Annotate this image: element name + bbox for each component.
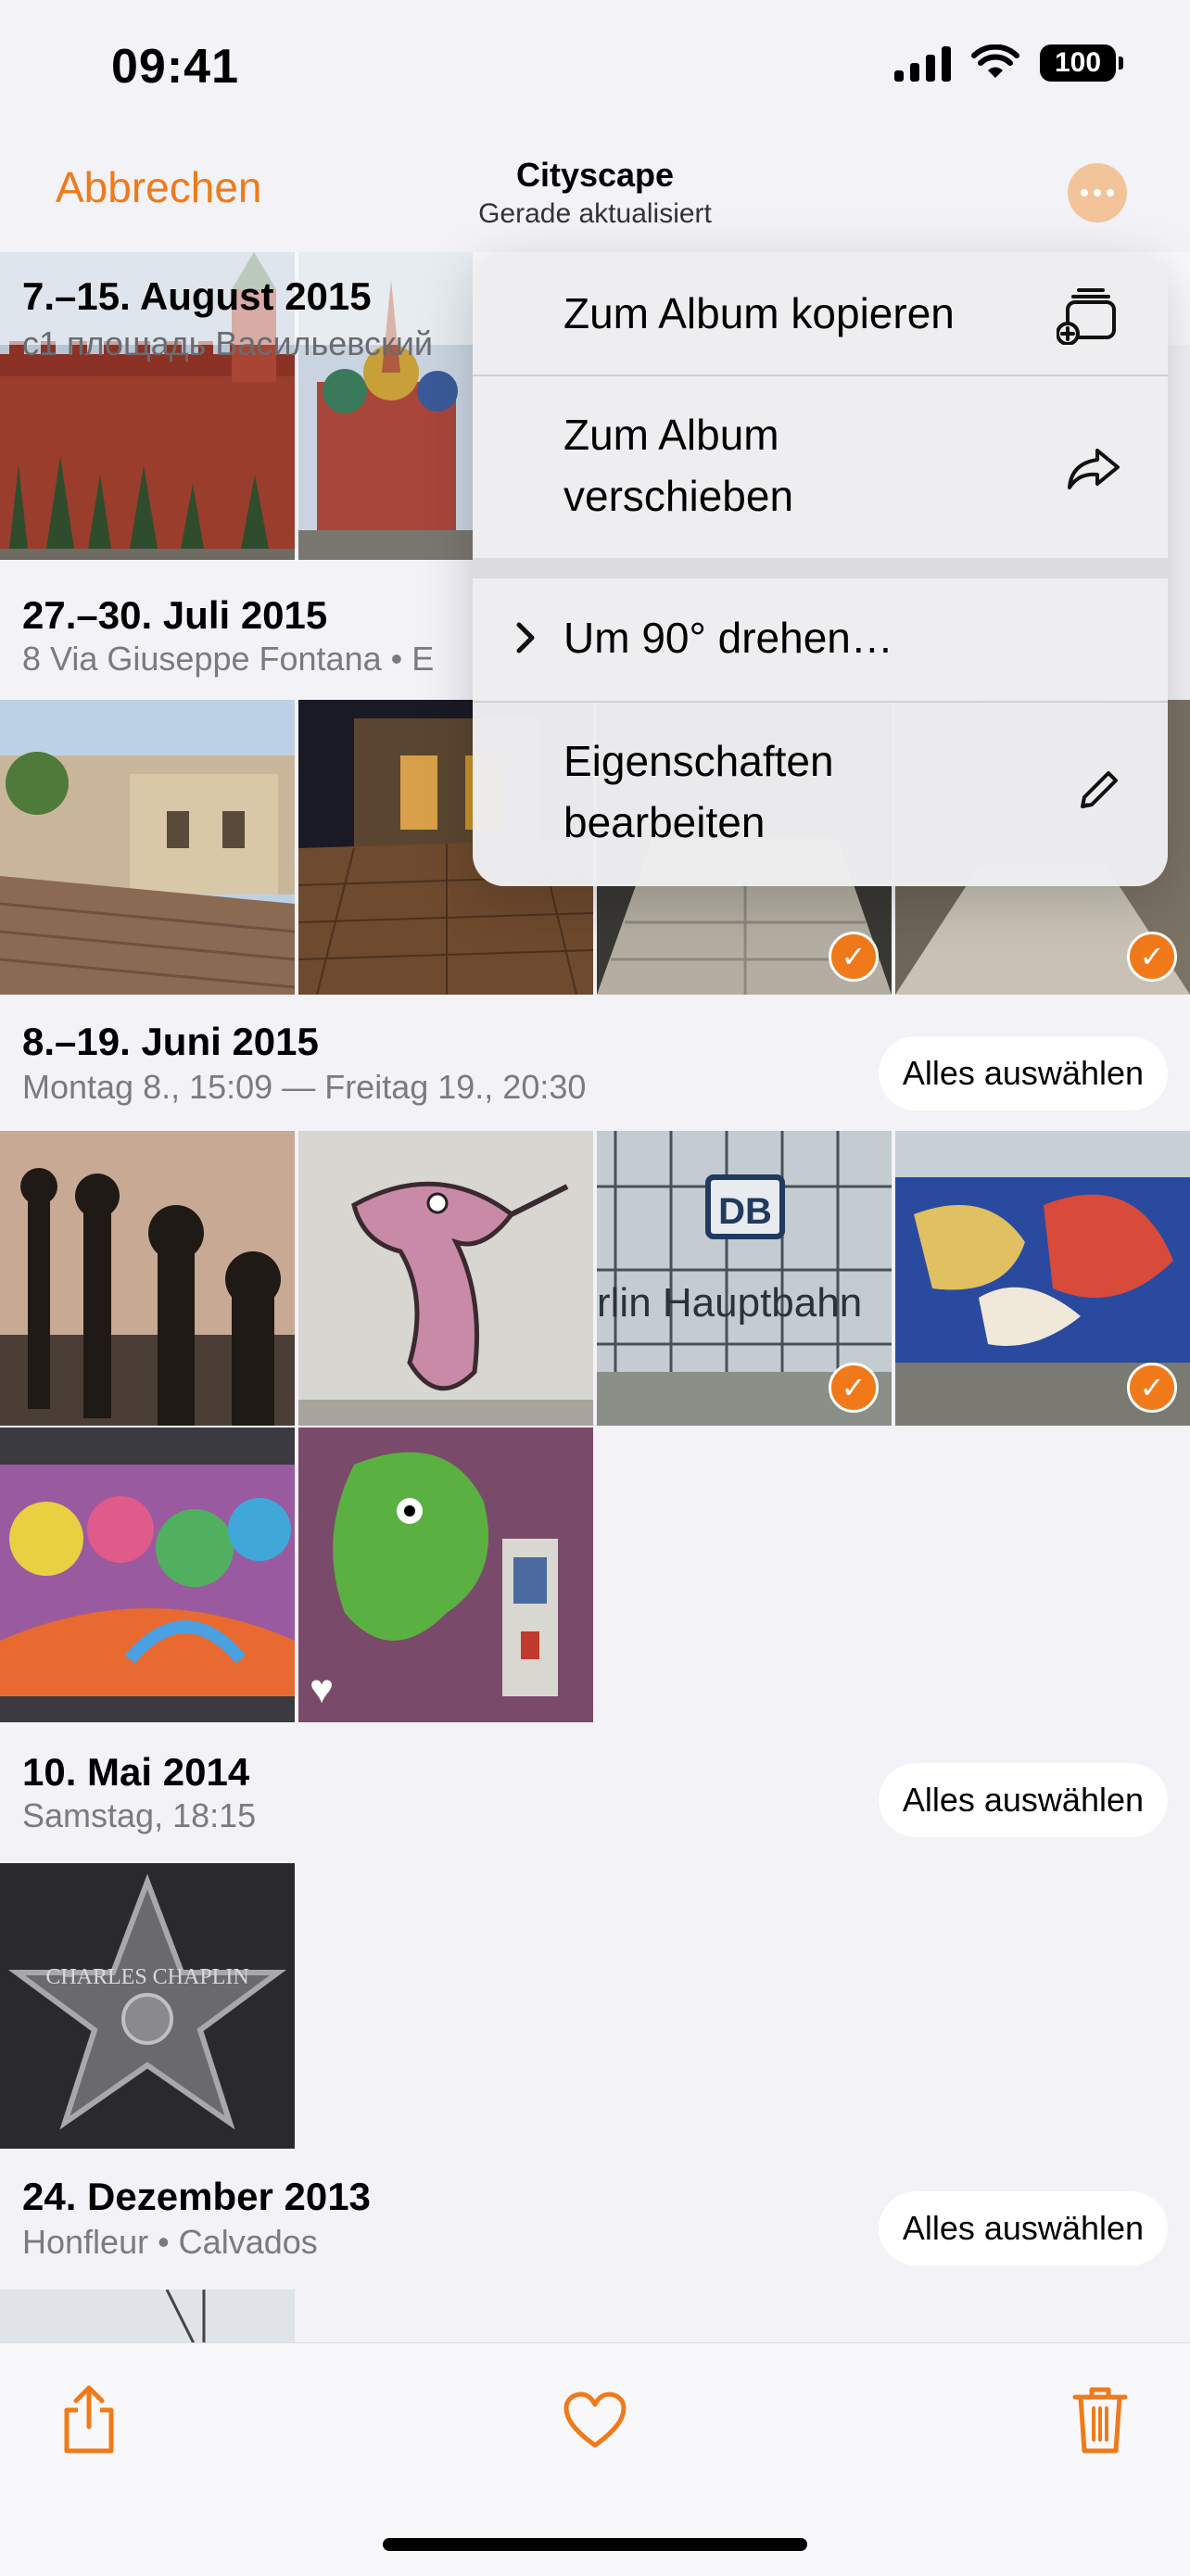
select-all-button[interactable]: Alles auswählen: [878, 1763, 1168, 1837]
star-name-text: CHARLES CHAPLIN: [45, 1965, 248, 1989]
context-menu: Zum Album kopieren Zum Album verschieben…: [473, 252, 1168, 886]
share-icon[interactable]: [59, 2384, 119, 2455]
photo-railing: [0, 1131, 295, 1426]
db-logo-text: DB: [718, 1191, 772, 1232]
menu-item-label: Um 90° drehen…: [563, 614, 893, 662]
album-title: Cityscape: [515, 156, 675, 194]
battery-icon: 100: [1040, 44, 1123, 82]
photo-tile[interactable]: [0, 1428, 295, 1722]
favorite-button[interactable]: [563, 2392, 627, 2451]
chevron-right-icon: [516, 622, 535, 654]
station-sign-text: rlin Hauptbahn: [597, 1280, 862, 1326]
photo-rooftops: [0, 700, 295, 995]
photo-tile[interactable]: ✓: [895, 1131, 1190, 1426]
selected-check-icon: ✓: [1127, 932, 1177, 982]
menu-item-label: Zum Album verschieben: [563, 411, 794, 520]
share-arrow-icon: [1068, 449, 1120, 489]
photo-bird-graffiti: [298, 1131, 593, 1426]
album-copy-icon: [1057, 288, 1116, 345]
section-title: 10. Mai 2014: [22, 1750, 250, 1794]
pencil-icon: [1081, 771, 1118, 808]
photo-tile[interactable]: DB rlin Hauptbahn ✓: [597, 1131, 892, 1426]
menu-item-rotate[interactable]: Um 90° drehen…: [473, 578, 1168, 701]
home-indicator[interactable]: [383, 2538, 807, 2551]
section-subtitle: Honfleur • Calvados: [22, 2223, 318, 2261]
favorite-heart-icon: ♥: [310, 1667, 335, 1712]
section-subtitle: Samstag, 18:15: [22, 1796, 257, 1834]
menu-item-label: Zum Album kopieren: [563, 289, 955, 337]
status-icons: 100: [894, 44, 1123, 82]
selected-check-icon: ✓: [1127, 1363, 1177, 1413]
cellular-signal-icon: [894, 44, 951, 82]
select-all-button[interactable]: Alles auswählen: [878, 1036, 1168, 1110]
photo-walk-of-fame-star: CHARLES CHAPLIN: [0, 1863, 295, 2149]
section-title: 27.–30. Juli 2015: [22, 593, 328, 637]
photo-colorful-graffiti: [0, 1428, 295, 1722]
section-header: 10. Mai 2014 Samstag, 18:15 Alles auswäh…: [0, 1722, 1190, 1852]
section-header: 8.–19. Juni 2015 Montag 8., 15:09 — Frei…: [0, 996, 1190, 1135]
photo-tile[interactable]: [298, 1131, 593, 1426]
selected-check-icon: ✓: [829, 1363, 879, 1413]
section-header: 24. Dezember 2013 Honfleur • Calvados Al…: [0, 2151, 1190, 2290]
section-title: 8.–19. Juni 2015: [22, 1020, 319, 1063]
trash-button[interactable]: [1071, 2384, 1129, 2455]
status-bar: 09:41 100: [0, 0, 1190, 139]
photo-tile[interactable]: CHARLES CHAPLIN: [0, 1863, 295, 2149]
photo-honfleur: [0, 2290, 295, 2342]
status-time: 09:41: [111, 40, 239, 94]
section-subtitle: с1 площадь Васильевский: [22, 324, 433, 362]
more-options-button[interactable]: [1068, 163, 1127, 222]
section-title: 24. Dezember 2013: [22, 2175, 371, 2218]
menu-item-move-to-album[interactable]: Zum Album verschieben: [473, 376, 1168, 558]
section-subtitle: Montag 8., 15:09 — Freitag 19., 20:30: [22, 1068, 587, 1106]
section-title: 7.–15. August 2015: [22, 274, 372, 318]
photo-tile[interactable]: [0, 1131, 295, 1426]
selected-check-icon: ✓: [829, 932, 879, 982]
menu-item-copy-to-album[interactable]: Zum Album kopieren: [473, 252, 1168, 374]
select-all-button[interactable]: Alles auswählen: [878, 2191, 1168, 2265]
photo-tile[interactable]: ♥: [298, 1428, 593, 1722]
photo-green-creature: [298, 1428, 593, 1722]
menu-item-label: Eigenschaften bearbeiten: [563, 737, 834, 846]
photo-tile[interactable]: [0, 2290, 295, 2342]
wifi-icon: [971, 44, 1019, 78]
menu-item-edit-properties[interactable]: Eigenschaften bearbeiten: [473, 703, 1168, 886]
section-subtitle: 8 Via Giuseppe Fontana • E: [22, 640, 435, 678]
nav-bar: Abbrechen Cityscape Gerade aktualisiert: [0, 139, 1190, 250]
album-subtitle: Gerade aktualisiert: [478, 198, 712, 229]
photo-tile[interactable]: [0, 700, 295, 995]
